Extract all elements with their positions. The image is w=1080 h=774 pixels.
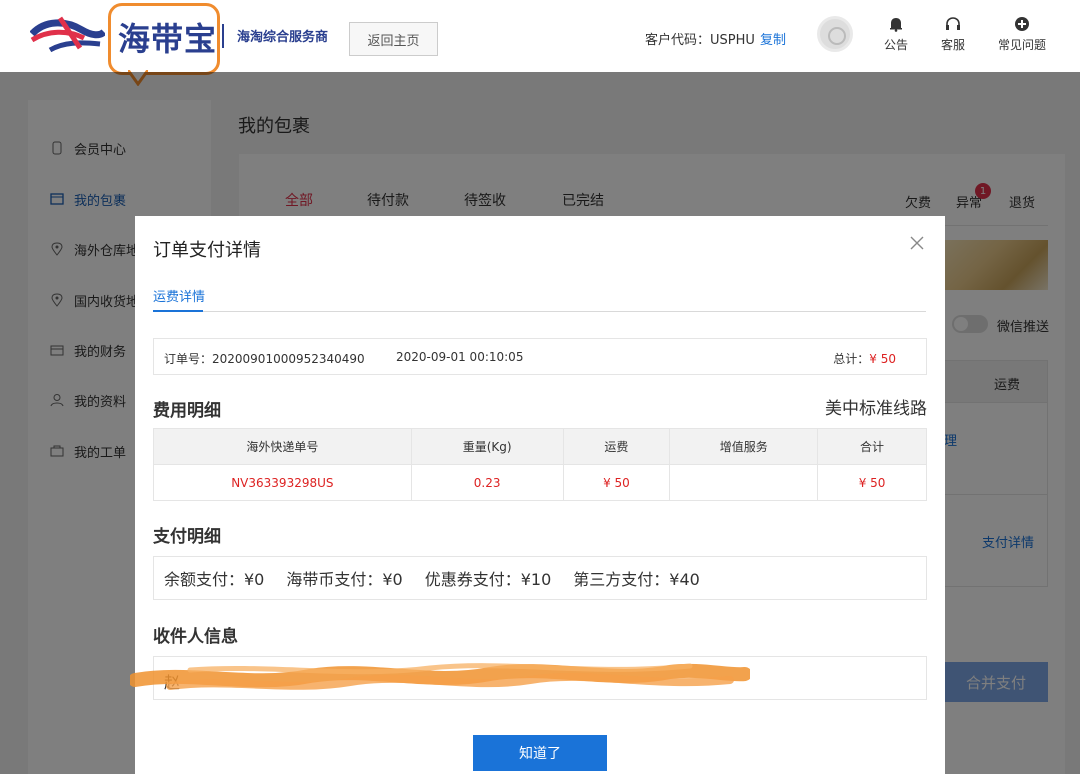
col-total: 合计 <box>817 428 927 465</box>
logo-mark-icon <box>30 16 105 53</box>
close-icon[interactable] <box>910 236 924 250</box>
pay-section-title: 支付明细 <box>153 527 221 547</box>
fee-section-title: 费用明细 <box>153 401 221 421</box>
fee-table: 海外快递单号 重量(Kg) 运费 增值服务 合计 NV363393298US 0… <box>153 428 927 501</box>
order-total: 总计：¥ 50 <box>833 350 896 367</box>
faq-label: 常见问题 <box>998 38 1047 52</box>
cell-shipping-fee: ¥ 50 <box>562 464 671 501</box>
cell-value-added <box>669 464 819 501</box>
coin-payment: 海带币支付：¥0 <box>286 570 403 589</box>
payment-breakdown: 余额支付：¥0 海带币支付：¥0 优惠券支付：¥10 第三方支付：¥40 <box>153 556 927 600</box>
order-total-label: 总计： <box>833 352 870 366</box>
cell-total: ¥ 50 <box>817 464 927 501</box>
redaction-scribble <box>130 663 750 690</box>
avatar[interactable] <box>817 16 853 52</box>
order-date: 2020-09-01 00:10:05 <box>396 350 524 364</box>
help-icon <box>1015 17 1029 31</box>
modal-tab-divider <box>153 311 926 312</box>
col-value-added: 增值服务 <box>669 428 819 465</box>
col-shipping-fee: 运费 <box>562 428 671 465</box>
logo-text: 海带宝 <box>118 20 218 58</box>
customer-code: 客户代码：USPHU <box>645 33 755 48</box>
logo-subtitle: 海淘综合服务商 <box>237 30 329 45</box>
modal-tab-underline <box>153 310 203 312</box>
modal-title: 订单支付详情 <box>153 240 261 261</box>
customer-service-button[interactable]: 客服 <box>941 16 965 53</box>
recipient-section-title: 收件人信息 <box>153 627 238 647</box>
announcement-label: 公告 <box>884 38 909 52</box>
announcement-button[interactable]: 公告 <box>884 16 908 53</box>
route-name: 美中标准线路 <box>825 399 927 419</box>
col-weight: 重量(Kg) <box>410 428 564 465</box>
fee-table-header: 海外快递单号 重量(Kg) 运费 增值服务 合计 <box>153 428 927 465</box>
table-row: NV363393298US 0.23 ¥ 50 ¥ 50 <box>153 464 927 501</box>
balance-payment: 余额支付：¥0 <box>164 570 265 589</box>
col-tracking-number: 海外快递单号 <box>153 428 412 465</box>
customer-service-label: 客服 <box>941 38 966 52</box>
third-party-payment: 第三方支付：¥40 <box>573 570 700 589</box>
cell-tracking-number: NV363393298US <box>153 464 412 501</box>
acknowledge-button[interactable]: 知道了 <box>473 735 607 771</box>
cell-weight: 0.23 <box>410 464 564 501</box>
tab-shipping-detail[interactable]: 运费详情 <box>153 286 205 305</box>
faq-button[interactable]: 常见问题 <box>998 16 1046 53</box>
coupon-payment: 优惠券支付：¥10 <box>424 570 552 589</box>
order-number: 订单号：20200901000952340490 <box>164 352 365 366</box>
logo-divider <box>222 24 224 48</box>
copy-code-link[interactable]: 复制 <box>760 29 786 48</box>
top-header: 海带宝 海淘综合服务商 返回主页 客户代码：USPHU 复制 公告 客服 常见问… <box>0 0 1080 86</box>
headset-icon <box>946 17 960 30</box>
order-summary: 订单号：20200901000952340490 2020-09-01 00:1… <box>153 338 927 375</box>
back-home-button[interactable]: 返回主页 <box>349 22 438 56</box>
order-total-value: ¥ 50 <box>869 352 896 366</box>
bell-icon <box>890 18 902 32</box>
